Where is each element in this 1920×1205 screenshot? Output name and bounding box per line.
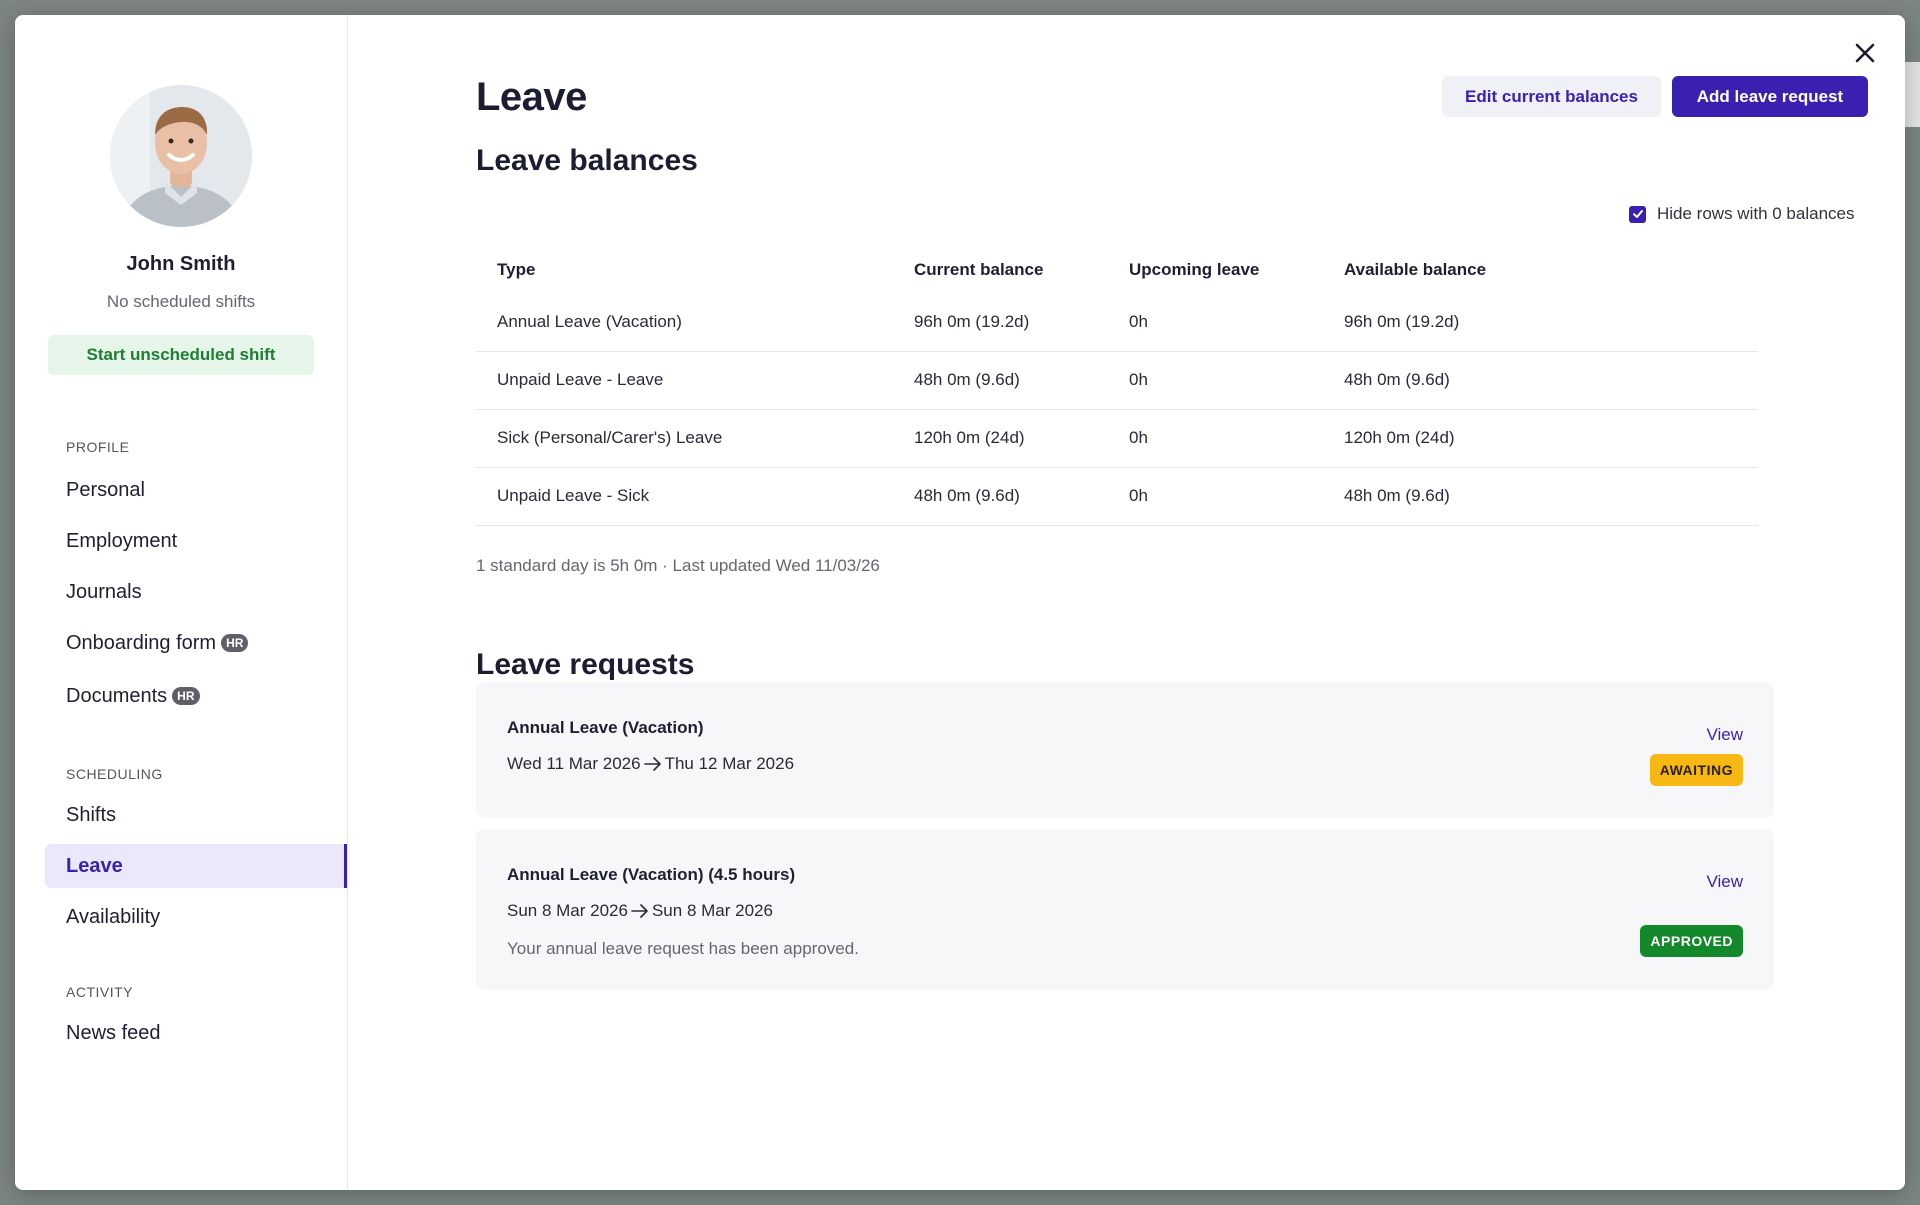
hide-zero-rows-toggle[interactable]: Hide rows with 0 balances xyxy=(1629,204,1854,224)
sidebar-item-onboarding-form[interactable]: Onboarding form HR xyxy=(45,621,347,665)
sidebar-item-label: Shifts xyxy=(66,803,117,826)
cell-available-balance: 120h 0m (24d) xyxy=(1323,409,1758,468)
cell-type: Annual Leave (Vacation) xyxy=(476,293,893,352)
sidebar-item-label: Personal xyxy=(66,478,145,501)
sidebar-item-label: Employment xyxy=(66,529,178,552)
request-end-date: Thu 12 Mar 2026 xyxy=(664,754,795,773)
main-content: Leave Leave balances Edit current balanc… xyxy=(348,15,1905,1190)
hide-zero-label: Hide rows with 0 balances xyxy=(1657,204,1855,223)
nav-section-profile: PROFILE xyxy=(66,439,130,455)
nav-section-scheduling: SCHEDULING xyxy=(66,766,163,782)
leave-request-card: Annual Leave (Vacation) (4.5 hours) Sun … xyxy=(476,829,1774,990)
table-header-row: Type Current balance Upcoming leave Avai… xyxy=(476,246,1758,293)
leave-request-card: Annual Leave (Vacation) Wed 11 Mar 2026 … xyxy=(476,682,1774,818)
table-row: Unpaid Leave - Leave 48h 0m (9.6d) 0h 48… xyxy=(476,351,1758,410)
sidebar-item-label: Journals xyxy=(66,580,142,603)
request-dates: Sun 8 Mar 2026 Sun 8 Mar 2026 xyxy=(507,901,773,921)
avatar[interactable] xyxy=(110,85,252,227)
leave-requests-title: Leave requests xyxy=(476,648,695,681)
hr-badge: HR xyxy=(221,634,249,652)
table-row: Sick (Personal/Carer's) Leave 120h 0m (2… xyxy=(476,409,1758,468)
request-end-date: Sun 8 Mar 2026 xyxy=(651,901,773,920)
cell-available-balance: 48h 0m (9.6d) xyxy=(1323,467,1758,526)
column-header-type: Type xyxy=(497,259,536,279)
cell-type: Sick (Personal/Carer's) Leave xyxy=(476,409,893,468)
column-header-current-balance: Current balance xyxy=(914,259,1044,279)
leave-balances-table: Type Current balance Upcoming leave Avai… xyxy=(476,246,1758,526)
sidebar-item-label: Availability xyxy=(66,905,161,928)
cell-current-balance: 48h 0m (9.6d) xyxy=(893,467,1108,526)
sidebar-item-label: Documents xyxy=(66,684,168,707)
sidebar-item-label: Leave xyxy=(66,854,123,877)
column-header-upcoming-leave: Upcoming leave xyxy=(1129,259,1260,279)
hide-zero-checkbox[interactable] xyxy=(1629,205,1646,223)
cell-upcoming-leave: 0h xyxy=(1108,351,1323,410)
shift-status-text: No scheduled shifts xyxy=(106,292,256,311)
sidebar-item-shifts[interactable]: Shifts xyxy=(45,793,347,837)
table-row: Unpaid Leave - Sick 48h 0m (9.6d) 0h 48h… xyxy=(476,467,1758,526)
cell-current-balance: 120h 0m (24d) xyxy=(893,409,1108,468)
balances-footnote: 1 standard day is 5h 0m · Last updated W… xyxy=(476,556,880,575)
cell-upcoming-leave: 0h xyxy=(1108,467,1323,526)
cell-type: Unpaid Leave - Sick xyxy=(476,467,893,526)
leave-balances-title: Leave balances xyxy=(476,144,698,177)
sidebar-item-availability[interactable]: Availability xyxy=(45,895,347,939)
column-header-available-balance: Available balance xyxy=(1344,259,1487,279)
cell-upcoming-leave: 0h xyxy=(1108,409,1323,468)
sidebar-item-news-feed[interactable]: News feed xyxy=(45,1011,347,1055)
background-page-strip xyxy=(1905,62,1920,127)
cell-current-balance: 48h 0m (9.6d) xyxy=(893,351,1108,410)
sidebar-item-label: News feed xyxy=(66,1021,161,1044)
employee-modal: John Smith No scheduled shifts Start uns… xyxy=(15,15,1905,1190)
status-badge: APPROVED xyxy=(1640,925,1743,957)
nav-section-activity: ACTIVITY xyxy=(66,984,134,1000)
sidebar-item-leave[interactable]: Leave xyxy=(45,844,347,888)
sidebar-item-employment[interactable]: Employment xyxy=(45,519,347,563)
arrow-right-icon xyxy=(643,757,661,771)
sidebar: John Smith No scheduled shifts Start uns… xyxy=(15,15,348,1190)
check-icon xyxy=(1632,210,1643,218)
user-name: John Smith xyxy=(126,253,236,275)
request-note: Your annual leave request has been appro… xyxy=(507,939,859,958)
status-badge: AWAITING xyxy=(1649,754,1743,786)
sidebar-item-journals[interactable]: Journals xyxy=(45,570,347,614)
request-start-date: Wed 11 Mar 2026 xyxy=(507,754,641,773)
cell-upcoming-leave: 0h xyxy=(1108,293,1323,352)
arrow-right-icon xyxy=(631,904,648,918)
start-unscheduled-shift-button[interactable]: Start unscheduled shift xyxy=(48,335,314,375)
sidebar-item-label: Onboarding form xyxy=(66,631,217,654)
request-type: Annual Leave (Vacation) xyxy=(507,718,704,737)
cell-available-balance: 48h 0m (9.6d) xyxy=(1323,351,1758,410)
sidebar-item-personal[interactable]: Personal xyxy=(45,468,347,512)
hr-badge: HR xyxy=(172,687,200,705)
request-dates: Wed 11 Mar 2026 Thu 12 Mar 2026 xyxy=(507,754,794,774)
add-leave-request-button[interactable]: Add leave request xyxy=(1672,76,1868,117)
sidebar-item-documents[interactable]: Documents HR xyxy=(45,674,347,718)
cell-current-balance: 96h 0m (19.2d) xyxy=(893,293,1108,352)
view-request-link[interactable]: View xyxy=(1706,872,1743,892)
request-type: Annual Leave (Vacation) (4.5 hours) xyxy=(507,865,796,884)
view-request-link[interactable]: View xyxy=(1706,725,1743,745)
cell-type: Unpaid Leave - Leave xyxy=(476,351,893,410)
table-row: Annual Leave (Vacation) 96h 0m (19.2d) 0… xyxy=(476,293,1758,352)
edit-current-balances-button[interactable]: Edit current balances xyxy=(1442,76,1661,117)
cell-available-balance: 96h 0m (19.2d) xyxy=(1323,293,1758,352)
request-start-date: Sun 8 Mar 2026 xyxy=(507,901,628,920)
